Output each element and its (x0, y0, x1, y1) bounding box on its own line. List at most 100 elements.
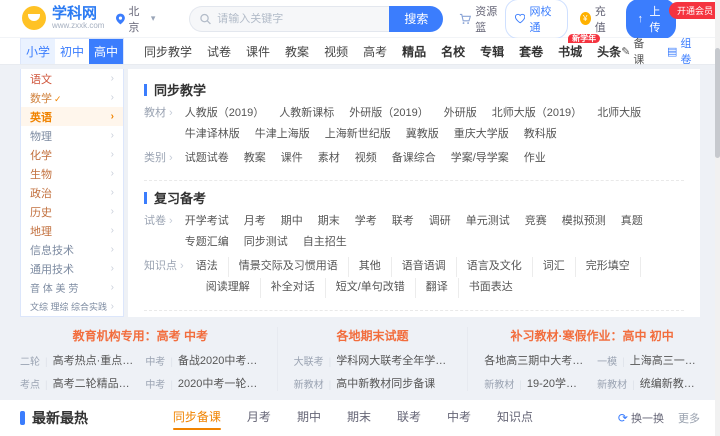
sidebar-subject-item[interactable]: 地理 › (21, 221, 123, 240)
sidebar-subject-item[interactable]: 信息技术 › (21, 240, 123, 259)
promo-link[interactable]: 新教材 统编新教材精创期末备考 (597, 375, 700, 391)
nav-item[interactable]: 专辑 (480, 43, 504, 60)
filter-link[interactable]: 期末 (318, 212, 340, 232)
filter-link[interactable]: 北师大版 (597, 104, 641, 124)
promo-link[interactable]: 各地高三期中大考试卷 (484, 352, 587, 368)
promo-link[interactable]: 一模 上海高三一模试卷及答案 (597, 352, 700, 368)
hot-tab[interactable]: 中考 (447, 408, 471, 428)
paper-builder-link[interactable]: ▤ 组卷 (667, 35, 700, 67)
filter-link[interactable]: 人教版（2019） (185, 104, 264, 124)
filter-link[interactable]: 完形填空 (576, 256, 641, 277)
promo-link[interactable]: 中考 备战2020中考考点一遍过 (145, 352, 260, 368)
sidebar-subject-item[interactable]: 政治 › (21, 183, 123, 202)
hot-tab[interactable]: 知识点 (497, 408, 533, 428)
hot-tab[interactable]: 期末 (347, 408, 371, 428)
filter-link[interactable]: 其他 (349, 256, 392, 277)
filter-link[interactable]: 教案 (244, 149, 266, 169)
filter-link[interactable]: 调研 (429, 212, 451, 232)
hot-tab[interactable]: 期中 (297, 408, 321, 428)
filter-link[interactable]: 学考 (355, 212, 377, 232)
filter-link[interactable]: 自主招生 (303, 233, 347, 253)
hot-tab[interactable]: 月考 (247, 408, 271, 428)
resource-basket[interactable]: 资源篮 (459, 3, 505, 35)
edu-stage-tab[interactable]: 高中 (89, 39, 123, 64)
filter-link[interactable]: 牛津上海版 (255, 125, 310, 145)
hot-tab[interactable]: 同步备课 (172, 408, 221, 430)
filter-link[interactable]: 北师大版（2019） (492, 104, 582, 124)
nav-item[interactable]: 视频 (324, 43, 348, 60)
filter-link[interactable]: 人教新课标 (279, 104, 334, 124)
filter-link[interactable]: 短文/单句改错 (326, 277, 416, 298)
filter-link[interactable]: 重庆大学版 (454, 125, 509, 145)
filter-link[interactable]: 联考 (392, 212, 414, 232)
filter-link[interactable]: 书面表达 (459, 278, 523, 298)
filter-link[interactable]: 外研版 (444, 104, 477, 124)
filter-link[interactable]: 素材 (318, 149, 340, 169)
filter-link[interactable]: 语言及文化 (457, 256, 533, 277)
filter-link[interactable]: 试题试卷 (185, 149, 229, 169)
nav-item[interactable]: 试卷 (207, 43, 231, 60)
filter-link[interactable]: 语音语调 (392, 256, 457, 277)
filter-link[interactable]: 备课综合 (392, 149, 436, 169)
sidebar-subject-item[interactable]: 语文 › (21, 69, 123, 88)
promo-link[interactable]: 大联考 学科网大联考全年学科提升 (294, 352, 452, 368)
upload-button[interactable]: ↑ 上传 (625, 0, 676, 39)
sidebar-subject-item[interactable]: 物理 › (21, 126, 123, 145)
school-pass-button[interactable]: 网校通 (505, 0, 568, 39)
filter-link[interactable]: 作业 (524, 149, 546, 169)
filter-link[interactable]: 真题 (621, 212, 643, 232)
more-link[interactable]: 更多 (678, 410, 700, 426)
search-input[interactable] (217, 12, 380, 25)
nav-item[interactable]: 精品 (402, 43, 426, 60)
filter-link[interactable]: 阅读理解 (196, 277, 261, 298)
filter-link[interactable]: 教科版 (524, 125, 557, 145)
filter-link[interactable]: 模拟预测 (562, 212, 606, 232)
promo-link[interactable]: 新教材 高中新教材同步备课 (294, 375, 452, 391)
city-selector[interactable]: 北京 ▾ (116, 3, 155, 35)
filter-link[interactable]: 冀教版 (406, 125, 439, 145)
promo-link[interactable]: 二轮 高考热点·重点·难点考练 (20, 352, 135, 368)
scrollbar[interactable] (715, 0, 720, 436)
member-ribbon[interactable]: 开通会员 (668, 2, 720, 19)
sidebar-subject-item[interactable]: 数学 ✓ › (21, 88, 123, 107)
filter-link[interactable]: 翻译 (416, 277, 459, 298)
refresh-button[interactable]: ⟳ 换一换 (618, 410, 664, 426)
edu-stage-tab[interactable]: 小学 (21, 39, 55, 64)
sidebar-subject-item[interactable]: 生物 › (21, 164, 123, 183)
filter-link[interactable]: 开学考试 (185, 212, 229, 232)
sidebar-subject-item[interactable]: 音 体 美 劳 › (21, 278, 123, 297)
filter-link[interactable]: 竞赛 (525, 212, 547, 232)
filter-link[interactable]: 外研版（2019） (349, 104, 428, 124)
recharge-button[interactable]: ¥ 充值 (579, 3, 614, 35)
lesson-prep-link[interactable]: ✎ 备课 (621, 35, 653, 67)
filter-link[interactable]: 同步测试 (244, 233, 288, 253)
edu-stage-tab[interactable]: 初中 (55, 39, 89, 64)
sidebar-subject-item[interactable]: 英语 › (21, 107, 123, 126)
nav-item[interactable]: 头条 (597, 43, 621, 60)
filter-link[interactable]: 牛津译林版 (185, 125, 240, 145)
sidebar-subject-item[interactable]: 通用技术 › (21, 259, 123, 278)
search-button[interactable]: 搜索 (389, 5, 444, 32)
nav-item[interactable]: 新学年 书城 (558, 33, 601, 60)
filter-link[interactable]: 专题汇编 (185, 233, 229, 253)
nav-item[interactable]: 同步教学 (144, 43, 192, 60)
filter-link[interactable]: 视频 (355, 149, 377, 169)
nav-item[interactable]: 课件 (246, 43, 270, 60)
filter-link[interactable]: 单元测试 (466, 212, 510, 232)
nav-item[interactable]: 高考 (363, 43, 387, 60)
site-logo[interactable]: 学科网 www.zxxk.com (22, 6, 104, 31)
filter-link[interactable]: 上海新世纪版 (325, 125, 391, 145)
promo-link[interactable]: 考点 高考二轮精品考点学与练 (20, 375, 135, 391)
sidebar-subject-item[interactable]: 历史 › (21, 202, 123, 221)
filter-link[interactable]: 期中 (281, 212, 303, 232)
scrollbar-thumb[interactable] (715, 48, 720, 158)
filter-link[interactable]: 语法 (196, 256, 229, 277)
promo-link[interactable]: 中考 2020中考一轮复习讲练测 (145, 375, 260, 391)
filter-link[interactable]: 补全对话 (261, 277, 326, 298)
hot-tab[interactable]: 联考 (397, 408, 421, 428)
sidebar-subject-item[interactable]: 文综 理综 综合实践 › (21, 297, 123, 316)
nav-item[interactable]: 套卷 (519, 43, 543, 60)
nav-item[interactable]: 名校 (441, 43, 465, 60)
filter-link[interactable]: 课件 (281, 149, 303, 169)
filter-link[interactable]: 词汇 (533, 256, 576, 277)
